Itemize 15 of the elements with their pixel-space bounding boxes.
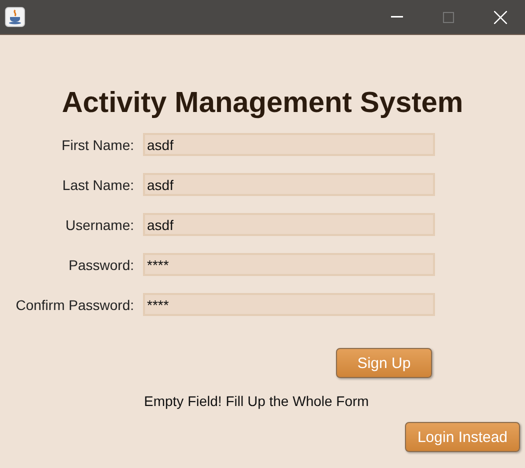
- field-label: Confirm Password:: [16, 296, 134, 312]
- app-icon: [5, 7, 25, 27]
- field-label: Username:: [66, 216, 134, 232]
- field-label: First Name:: [62, 136, 134, 152]
- input-field[interactable]: asdf: [143, 213, 435, 236]
- input-field[interactable]: ****: [143, 293, 435, 316]
- input-field[interactable]: ****: [143, 253, 435, 276]
- input-field[interactable]: asdf: [143, 173, 435, 196]
- app-title: Activity Management System: [60, 86, 464, 121]
- field-label: Password:: [68, 256, 134, 272]
- field-label: Last Name:: [62, 176, 134, 192]
- close-icon[interactable]: [494, 10, 507, 24]
- minimize-icon[interactable]: [391, 16, 403, 18]
- error-message: Empty Field! Fill Up the Whole Form: [144, 393, 369, 409]
- input-field[interactable]: asdf: [143, 133, 435, 156]
